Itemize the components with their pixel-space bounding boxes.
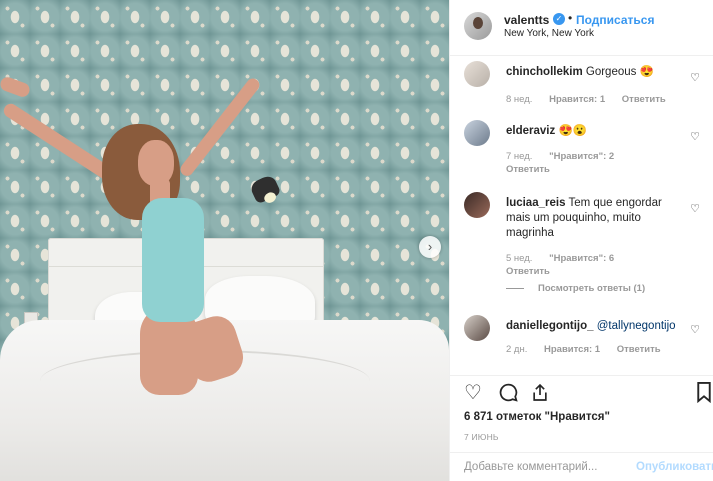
post-sidebar: valentts ✓ • Подписаться New York, New Y… — [449, 0, 713, 481]
avatar[interactable] — [464, 315, 490, 341]
person-arm-right — [177, 75, 263, 179]
view-replies-button[interactable]: Посмотреть ответы (1) — [506, 283, 645, 294]
comment-likes[interactable]: "Нравится": 6 — [549, 253, 614, 264]
comment-meta: 5 нед. "Нравится": 6 Ответить — [506, 252, 656, 278]
separator-dot: • — [568, 11, 573, 25]
comment-likes[interactable]: Нравится: 1 — [544, 344, 600, 355]
comment-likes[interactable]: Нравится: 1 — [549, 94, 605, 105]
wall-lamp — [248, 173, 282, 205]
heart-icon[interactable]: ♡ — [690, 130, 700, 143]
comment-username[interactable]: chinchollekim — [506, 66, 583, 78]
person-face — [138, 140, 174, 186]
publish-button[interactable]: Опубликовать — [636, 461, 713, 473]
person-bodysuit — [142, 198, 204, 322]
comment-meta: 8 нед. Нравится: 1 Ответить — [506, 94, 680, 105]
avatar[interactable] — [464, 61, 490, 87]
comment-username[interactable]: luciaa_reis — [506, 197, 565, 209]
heart-icon[interactable]: ♡ — [690, 202, 700, 215]
comment-mention[interactable]: @tallynegontijo — [597, 320, 676, 332]
heart-icon[interactable]: ♡ — [464, 382, 482, 404]
comment-time[interactable]: 5 нед. — [506, 253, 532, 264]
comment-meta: 2 дн. Нравится: 1 Ответить — [506, 344, 675, 355]
action-bar: ♡ — [450, 375, 713, 411]
comment-item: daniellegontijo_ @tallynegontijo 2 дн. Н… — [450, 315, 713, 365]
share-icon[interactable] — [530, 382, 550, 408]
person-arm-left — [1, 101, 118, 184]
comment-username[interactable]: daniellegontijo_ — [506, 320, 594, 332]
comment-input[interactable] — [464, 461, 624, 473]
comment-username[interactable]: elderaviz — [506, 125, 555, 137]
comment-item: chinchollekim Gorgeous 😍 8 нед. Нравится… — [450, 61, 713, 111]
avatar[interactable] — [464, 120, 490, 146]
add-comment-form: Опубликовать — [450, 452, 713, 481]
comment-time[interactable]: 2 дн. — [506, 344, 527, 355]
post-header: valentts ✓ • Подписаться New York, New Y… — [450, 0, 713, 56]
bookmark-icon[interactable] — [696, 382, 712, 408]
location-link[interactable]: New York, New York — [504, 28, 594, 39]
likes-count[interactable]: 6 871 отметок "Нравится" — [464, 411, 610, 423]
comment-icon[interactable] — [498, 382, 519, 408]
reply-button[interactable]: Ответить — [622, 94, 666, 105]
comment-meta: 7 нед. "Нравится": 2 Ответить — [506, 150, 656, 176]
post-photo[interactable]: › — [0, 0, 449, 481]
next-photo-button[interactable]: › — [419, 236, 441, 258]
verified-check-icon: ✓ — [553, 13, 565, 25]
author-username[interactable]: valentts — [504, 13, 549, 27]
follow-button[interactable]: Подписаться — [576, 13, 654, 27]
post-date[interactable]: 7 ИЮНЬ — [464, 432, 499, 442]
comments-list[interactable]: chinchollekim Gorgeous 😍 8 нед. Нравится… — [450, 57, 713, 375]
heart-icon[interactable]: ♡ — [690, 323, 700, 336]
avatar[interactable] — [464, 12, 492, 40]
comment-text: Gorgeous 😍 — [585, 66, 654, 78]
comment-time[interactable]: 7 нед. — [506, 151, 532, 162]
avatar[interactable] — [464, 192, 490, 218]
reply-button[interactable]: Ответить — [506, 164, 550, 175]
reply-button[interactable]: Ответить — [506, 266, 550, 277]
comment-likes[interactable]: "Нравится": 2 — [549, 151, 614, 162]
comment-text: 😍😮 — [558, 125, 588, 137]
comment-time[interactable]: 8 нед. — [506, 94, 532, 105]
heart-icon[interactable]: ♡ — [690, 71, 700, 84]
comment-item: elderaviz 😍😮 7 нед. "Нравится": 2 Ответи… — [450, 120, 713, 176]
chevron-right-icon: › — [427, 239, 433, 254]
reply-button[interactable]: Ответить — [617, 344, 661, 355]
comment-item: luciaa_reis Tem que engordar mais um pou… — [450, 192, 713, 300]
person-hand-left — [0, 75, 32, 99]
